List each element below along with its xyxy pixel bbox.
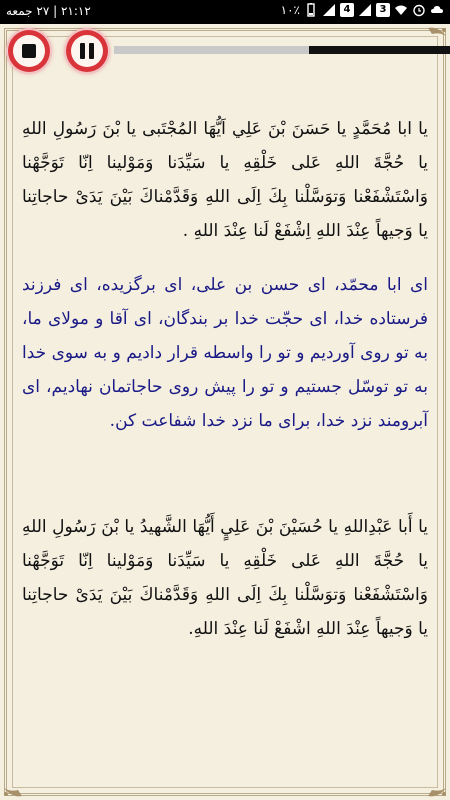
sim1-badge: 3	[376, 3, 390, 17]
arabic-paragraph: يا أَبا عَبْدِاللهِ يا حُسَيْنَ بْنَ عَل…	[22, 517, 428, 639]
page: يا ابا مُحَمَّدٍ يا حَسَنَ بْنَ عَلِي اَ…	[0, 24, 450, 800]
status-time-date: ۲۱:۱۲ | ۲۷ جمعه	[6, 4, 91, 18]
corner-ornament-icon	[428, 788, 446, 797]
status-icons: ۱۰٪ 4 3	[281, 3, 444, 17]
battery-percent: ۱۰٪	[280, 3, 300, 17]
status-bar: ۲۱:۱۲ | ۲۷ جمعه ۱۰٪ 4 3	[0, 0, 450, 24]
pause-icon	[80, 43, 94, 59]
corner-ornament-icon	[428, 27, 446, 36]
arabic-paragraph: يا ابا مُحَمَّدٍ يا حَسَنَ بْنَ عَلِي اَ…	[22, 119, 428, 241]
signal-icon	[323, 4, 335, 16]
alarm-icon	[413, 4, 425, 17]
stop-button[interactable]	[8, 30, 50, 72]
signal-icon-2	[359, 4, 371, 16]
cloud-icon	[431, 6, 443, 13]
pause-button[interactable]	[66, 30, 108, 72]
persian-translation-paragraph: اى ابا محمّد، اى حسن بن على، اى برگزيده،…	[22, 275, 428, 431]
battery-icon	[307, 3, 315, 17]
progress-fill	[114, 46, 309, 54]
prayer-text: يا ابا مُحَمَّدٍ يا حَسَنَ بْنَ عَلِي اَ…	[22, 112, 428, 790]
stop-icon	[22, 44, 36, 58]
corner-ornament-icon	[4, 788, 22, 797]
sim2-badge: 4	[340, 3, 354, 17]
audio-progress-bar[interactable]	[114, 46, 450, 54]
wifi-icon	[395, 5, 407, 15]
